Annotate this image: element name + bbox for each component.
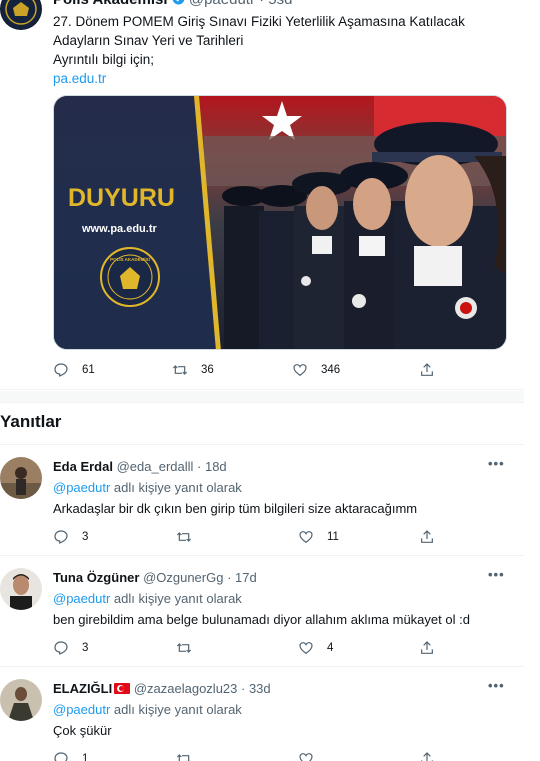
retweet-button[interactable] xyxy=(176,640,192,656)
share-button[interactable] xyxy=(419,362,435,378)
reply-text: Arkadaşlar bir dk çıkın ben girip tüm bi… xyxy=(53,501,418,516)
tweet-media-image[interactable]: DUYURU www.pa.edu.tr POLİS AKADEMİSİ xyxy=(53,95,507,350)
like-button[interactable]: 346 xyxy=(292,362,340,378)
share-button[interactable] xyxy=(419,529,435,545)
reply-author-name[interactable]: ELAZIĞLI xyxy=(53,681,112,696)
retweet-button[interactable] xyxy=(176,529,192,545)
reply-icon xyxy=(54,363,68,377)
reply-to-suffix: adlı kişiye yanıt olarak xyxy=(110,480,242,495)
share-icon xyxy=(421,752,433,761)
reply-button[interactable]: 1 xyxy=(53,751,88,761)
polis-akademisi-logo: POLİS AKADEMİSİ xyxy=(100,247,160,307)
reply-icon xyxy=(54,530,68,544)
retweet-icon xyxy=(176,643,192,653)
reply-text: ben girebildim ama belge bulunamadı diyo… xyxy=(53,612,470,627)
reply-item[interactable]: Tuna Özgüner @OzgunerGg · 17d ••• @paedu… xyxy=(0,556,524,667)
main-tweet-header: Polis Akademisi @paedutr · 5sd xyxy=(53,0,292,8)
more-icon[interactable]: ••• xyxy=(488,567,508,582)
retweet-icon xyxy=(176,754,191,761)
reply-item[interactable]: Eda Erdal @eda_erdalll · 18d ••• @paedut… xyxy=(0,445,524,556)
main-tweet[interactable]: Polis Akademisi @paedutr · 5sd 27. Dönem… xyxy=(0,0,524,390)
share-button[interactable] xyxy=(419,640,435,656)
like-count: 11 xyxy=(327,531,339,543)
replies-heading: Yanıtlar xyxy=(0,412,62,431)
retweet-count: 36 xyxy=(201,364,214,376)
like-button[interactable] xyxy=(298,751,314,761)
reply-to-suffix: adlı kişiye yanıt olarak xyxy=(110,702,242,717)
avatar[interactable] xyxy=(0,457,42,499)
reply-count: 3 xyxy=(82,531,89,543)
more-icon[interactable]: ••• xyxy=(488,456,508,471)
verified-icon xyxy=(172,0,189,8)
replying-to: @paedutr adlı kişiye yanıt olarak xyxy=(53,480,242,495)
reply-button[interactable]: 3 xyxy=(53,640,88,656)
tweet-text-line: Ayrıntılı bilgi için; xyxy=(53,52,155,67)
retweet-button[interactable]: 36 xyxy=(172,362,214,378)
reply-button[interactable]: 3 xyxy=(53,529,88,545)
tweet-link[interactable]: pa.edu.tr xyxy=(53,71,106,86)
more-icon[interactable]: ••• xyxy=(488,678,508,693)
polis-akademisi-avatar[interactable] xyxy=(0,0,42,30)
reply-icon xyxy=(54,641,68,655)
like-count: 346 xyxy=(321,364,341,376)
like-icon xyxy=(293,364,307,377)
reply-time[interactable]: · 18d xyxy=(197,459,227,474)
media-headline: DUYURU xyxy=(68,184,175,212)
reply-time[interactable]: · 17d xyxy=(227,570,257,585)
turkey-flag-icon xyxy=(114,683,131,694)
replying-to: @paedutr adlı kişiye yanıt olarak xyxy=(53,591,242,606)
reply-button[interactable]: 61 xyxy=(53,362,95,378)
retweet-button[interactable] xyxy=(176,751,192,761)
reply-author-name[interactable]: Eda Erdal xyxy=(53,459,113,474)
reply-to-mention[interactable]: @paedutr xyxy=(53,702,110,717)
reply-header: ELAZIĞLI @zazaelagozlu23 · 33d xyxy=(53,681,271,696)
share-icon xyxy=(421,641,433,654)
tweet-text-line: Adayların Sınav Yeri ve Tarihleri xyxy=(53,33,244,48)
reply-header: Tuna Özgüner @OzgunerGg · 17d xyxy=(53,570,257,585)
avatar[interactable] xyxy=(0,679,42,721)
tweet-text-line: 27. Dönem POMEM Giriş Sınavı Fiziki Yete… xyxy=(53,14,465,29)
reply-author-name[interactable]: Tuna Özgüner xyxy=(53,570,139,585)
section-separator xyxy=(0,391,524,403)
like-icon xyxy=(299,531,313,544)
reply-count: 3 xyxy=(82,642,89,654)
share-button[interactable] xyxy=(419,751,435,761)
media-url-text: www.pa.edu.tr xyxy=(81,223,157,235)
reply-author-handle[interactable]: @OzgunerGg xyxy=(143,570,223,585)
reply-header: Eda Erdal @eda_erdalll · 18d xyxy=(53,459,227,474)
replying-to: @paedutr adlı kişiye yanıt olarak xyxy=(53,702,242,717)
reply-count: 1 xyxy=(82,753,89,761)
like-icon xyxy=(299,642,313,655)
author-name[interactable]: Polis Akademisi xyxy=(53,0,168,8)
reply-time[interactable]: · 33d xyxy=(241,681,271,696)
reply-to-mention[interactable]: @paedutr xyxy=(53,480,110,495)
reply-author-handle[interactable]: @eda_erdalll xyxy=(117,459,194,474)
like-button[interactable]: 11 xyxy=(298,529,339,545)
reply-count: 61 xyxy=(82,364,95,376)
reply-to-suffix: adlı kişiye yanıt olarak xyxy=(110,591,242,606)
reply-item[interactable]: ELAZIĞLI @zazaelagozlu23 · 33d ••• @paed… xyxy=(0,667,524,761)
tweet-text: 27. Dönem POMEM Giriş Sınavı Fiziki Yete… xyxy=(53,12,493,88)
like-count: 4 xyxy=(327,642,334,654)
retweet-icon xyxy=(172,365,188,375)
reply-icon xyxy=(54,752,68,761)
like-button[interactable]: 4 xyxy=(298,640,333,656)
retweet-icon xyxy=(176,532,192,542)
reply-author-handle[interactable]: @zazaelagozlu23 xyxy=(134,681,238,696)
avatar[interactable] xyxy=(0,568,42,610)
reply-to-mention[interactable]: @paedutr xyxy=(53,591,110,606)
reply-text: Çok şükür xyxy=(53,723,112,738)
logo-text: POLİS AKADEMİSİ xyxy=(110,256,150,262)
share-icon xyxy=(421,530,433,543)
author-handle-time: @paedutr · 5sd xyxy=(189,0,293,8)
like-icon xyxy=(299,753,313,761)
share-icon xyxy=(421,363,433,376)
